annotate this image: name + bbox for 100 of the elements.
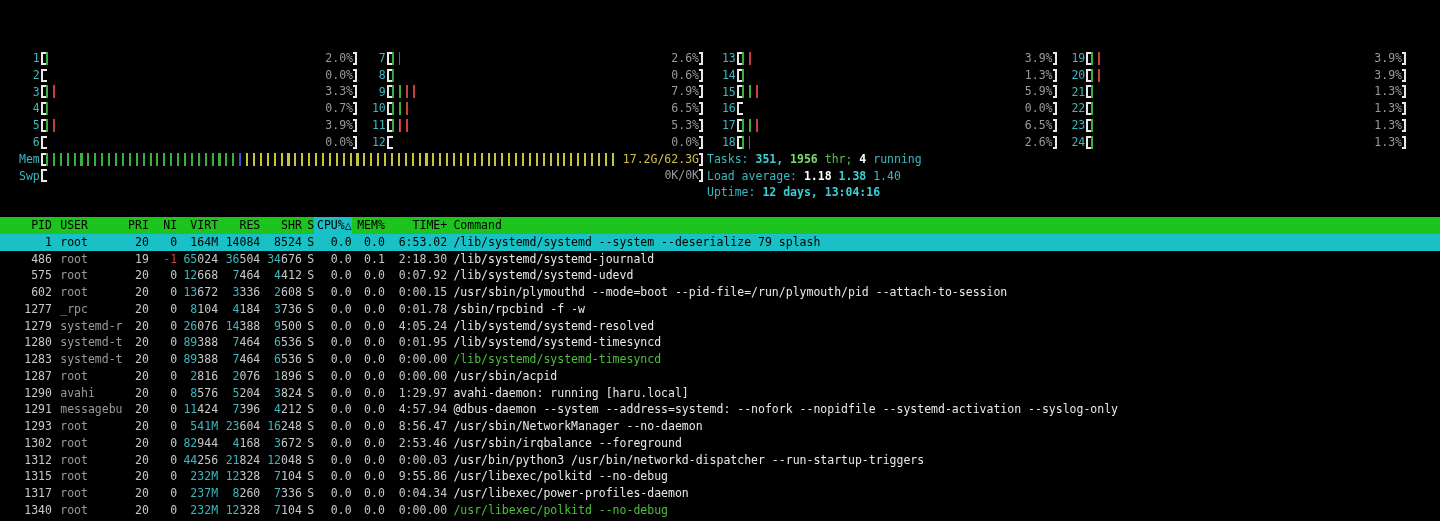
- table-cell-text: 0.0: [329, 434, 352, 452]
- table-cell-text: 3824: [273, 384, 302, 402]
- meter-reading: 2.0%: [325, 51, 353, 65]
- meter-reading: 0.7%: [325, 102, 353, 116]
- table-cell-text: 0:00.15: [397, 284, 448, 301]
- column-header[interactable]: PRI: [128, 217, 149, 234]
- table-cell-text: 1283: [23, 351, 52, 368]
- meter-reading: 3.9%: [325, 119, 353, 133]
- table-cell-text: 2:18.30: [397, 250, 448, 268]
- table-cell-text: 7104: [273, 468, 302, 486]
- table-cell-text: 1277: [23, 300, 52, 318]
- table-cell-text: 20: [134, 501, 149, 519]
- process-row[interactable]: 1280 systemd-t 20 0 89388 7464 6536 S 0.0 0.0 0:01.95 /lib/systemd/systemd-timesyncd: [0, 334, 1440, 352]
- process-row[interactable]: 1291 messagebu 20 0 11424 7396 4212 S 0.0 0.0 4:57.94 @dbus-daemon --system --address=systemd: --nofork --nopidfile --systemd-activation --syslog-only: [0, 401, 1440, 419]
- table-cell-text: 23604: [224, 418, 261, 435]
- table-cell-text: 0.0: [329, 300, 352, 318]
- table-cell-text: 0: [169, 401, 178, 419]
- meter-reading: 3.9%: [1374, 51, 1402, 65]
- process-row[interactable]: 486 root 19 -1 65024 36504 34676 S 0.0 0.1 2:18.30 /lib/systemd/systemd-journald: [0, 250, 1440, 268]
- table-cell-text: 232M: [189, 501, 219, 519]
- table-cell-text: 2816: [189, 367, 219, 385]
- meter-reading: 1.3%: [1374, 135, 1402, 149]
- table-cell-text: 0.0: [329, 384, 352, 402]
- column-header[interactable]: CPU%△: [314, 217, 352, 234]
- table-cell-text: S: [306, 401, 315, 419]
- table-cell-text: 0.0: [363, 267, 385, 285]
- table-cell-text: avahi: [59, 384, 96, 402]
- process-row[interactable]: 1302 root 20 0 82944 4168 3672 S 0.0 0.0 2:53.46 /usr/sbin/irqbalance --foreground: [0, 434, 1440, 452]
- column-header[interactable]: TIME+: [384, 217, 448, 234]
- table-cell-text: 14388: [224, 317, 261, 335]
- process-row[interactable]: 1315 root 20 0 232M 12328 7104 S 0.0 0.0 9:55.86 /usr/libexec/polkitd --no-debug: [0, 468, 1440, 486]
- column-header[interactable]: SHR: [260, 217, 302, 234]
- table-cell-text: -1: [162, 250, 178, 268]
- table-cell-text: 0: [169, 233, 178, 251]
- table-cell-text: 7464: [231, 267, 261, 285]
- table-cell-text: 0: [169, 351, 178, 368]
- table-cell-text: S: [306, 317, 315, 335]
- process-row[interactable]: 1287 root 20 0 2816 2076 1896 S 0.0 0.0 0:00.00 /usr/sbin/acpid: [0, 367, 1440, 385]
- table-cell-text: 0: [169, 501, 178, 519]
- table-cell-text: 12328: [224, 468, 261, 486]
- table-cell-text: 4184: [231, 300, 261, 318]
- process-row[interactable]: 1317 root 20 0 237M 8260 7336 S 0.0 0.0 0:04.34 /usr/libexec/power-profiles-daemon: [0, 485, 1440, 502]
- table-cell-text: 575: [30, 267, 52, 285]
- column-header[interactable]: VIRT: [177, 217, 219, 234]
- table-cell-text: 486: [30, 250, 52, 268]
- column-header[interactable]: PID: [0, 217, 52, 234]
- table-cell-text: S: [306, 485, 315, 502]
- process-row[interactable]: 1277 _rpc 20 0 8104 4184 3736 S 0.0 0.0 0:01.78 /sbin/rpcbind -f -w: [0, 300, 1440, 318]
- table-cell-text: root: [59, 367, 89, 385]
- table-cell-text: 14084: [224, 233, 261, 251]
- meter-label: 16: [720, 100, 736, 118]
- process-row[interactable]: 1340 root 20 0 232M 12328 7104 S 0.0 0.0 0:00.00 /usr/libexec/polkitd --no-debug: [0, 501, 1440, 519]
- command-cell-text: /usr/bin/python3 /usr/bin/networkd-dispatcher --run-startup-triggers: [452, 451, 926, 469]
- column-header[interactable]: Command: [447, 217, 1440, 234]
- table-cell-text: 20: [134, 351, 149, 368]
- process-row[interactable]: 1290 avahi 20 0 8576 5204 3824 S 0.0 0.0 1:29.97 avahi-daemon: running [haru.local]: [0, 384, 1440, 402]
- column-header[interactable]: RES: [218, 217, 261, 234]
- meter-label: 12: [370, 134, 386, 151]
- process-row[interactable]: 1312 root 20 0 44256 21824 12048 S 0.0 0.0 0:00.03 /usr/bin/python3 /usr/bin/networkd-dispatcher --run-startup-triggers: [0, 451, 1440, 469]
- column-header[interactable]: NI: [148, 217, 178, 234]
- table-cell-text: 0: [169, 267, 178, 285]
- command-cell-text: /usr/sbin/plymouthd --mode=boot --pid-file=/run/plymouth/pid --attach-to-session: [452, 284, 1009, 301]
- process-row[interactable]: 575 root 20 0 12668 7464 4412 S 0.0 0.0 0:07.92 /lib/systemd/systemd-udevd: [0, 267, 1440, 285]
- table-cell-text: 2:53.46: [397, 434, 448, 452]
- command-cell-text: /sbin/rpcbind -f -w: [452, 300, 586, 318]
- meter-label: 13: [720, 50, 736, 67]
- table-cell-text: 0.0: [363, 401, 385, 419]
- table-cell-text: 0: [169, 418, 178, 435]
- table-cell-text: 0.0: [329, 233, 352, 251]
- table-cell-text: 20: [134, 418, 149, 435]
- process-row[interactable]: 1283 systemd-t 20 0 89388 7464 6536 S 0.0 0.0 0:00.00 /lib/systemd/systemd-timesyncd: [0, 351, 1440, 368]
- command-cell-text: /lib/systemd/systemd-timesyncd: [452, 334, 663, 352]
- command-cell-text: /usr/libexec/power-profiles-daemon: [452, 485, 690, 502]
- table-cell-text: 9:55.86: [397, 468, 448, 486]
- table-cell-text: 20: [134, 233, 149, 251]
- table-cell-text: 34676: [266, 250, 302, 268]
- table-cell-text: 12328: [224, 501, 261, 519]
- table-cell-text: root: [59, 233, 89, 251]
- process-row[interactable]: 602 root 20 0 13672 3336 2608 S 0.0 0.0 0:00.15 /usr/sbin/plymouthd --mode=boot --pid-file=/run/plymouth/pid --attach-to-session: [0, 284, 1440, 301]
- column-header[interactable]: S: [301, 217, 315, 234]
- meter-reading: 0.0%: [1024, 102, 1053, 116]
- table-cell-text: S: [306, 267, 315, 285]
- table-cell-text: 0.0: [363, 334, 385, 352]
- process-row[interactable]: 1279 systemd-r 20 0 26076 14388 9500 S 0.0 0.0 4:05.24 /lib/systemd/systemd-resolved: [0, 317, 1440, 335]
- table-cell-text: S: [306, 501, 315, 519]
- table-cell-text: 232M: [189, 468, 219, 486]
- table-cell-text: 0.0: [329, 267, 352, 285]
- table-cell-text: 7104: [273, 501, 302, 519]
- table-cell-text: 0:00.00: [397, 367, 448, 385]
- column-header[interactable]: USER: [51, 217, 129, 234]
- table-cell-text: 6536: [273, 351, 302, 368]
- meter-label: 19: [1070, 50, 1086, 67]
- process-row[interactable]: 1293 root 20 0 541M 23604 16248 S 0.0 0.0 8:56.47 /usr/sbin/NetworkManager --no-daemon: [0, 418, 1440, 435]
- meter-label: 1: [31, 50, 40, 67]
- command-cell-text: /usr/libexec/polkitd --no-debug: [452, 468, 669, 486]
- table-cell-text: 12668: [182, 267, 219, 285]
- table-cell-text: 9500: [273, 317, 302, 335]
- table-cell-text: 0: [169, 434, 178, 452]
- table-cell-text: 20: [134, 334, 149, 352]
- column-header[interactable]: MEM%: [351, 217, 385, 234]
